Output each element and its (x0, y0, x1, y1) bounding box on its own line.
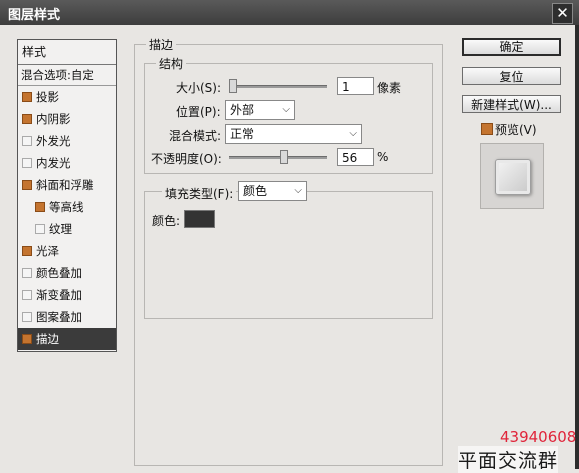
fill-type-select[interactable]: 颜色 ⌵ (238, 181, 307, 201)
opacity-slider-thumb[interactable] (280, 150, 288, 164)
preview-label[interactable]: 预览(V) (495, 121, 537, 138)
style-item[interactable]: 颜色叠加 (18, 262, 116, 284)
style-preview (480, 143, 544, 209)
style-item[interactable]: 内发光 (18, 152, 116, 174)
style-item[interactable]: 外发光 (18, 130, 116, 152)
style-item-label: 内发光 (36, 156, 71, 170)
position-value: 外部 (230, 103, 255, 117)
style-item-label: 描边 (36, 332, 59, 346)
title-bar[interactable]: 图层样式 ✕ (0, 0, 579, 25)
size-slider[interactable] (229, 79, 327, 93)
style-checkbox[interactable] (22, 158, 32, 168)
style-checkbox[interactable] (22, 268, 32, 278)
position-select[interactable]: 外部 ⌵ (225, 100, 295, 120)
style-item-label: 内阴影 (36, 112, 71, 126)
new-style-button[interactable]: 新建样式(W)... (462, 95, 561, 113)
layer-style-dialog: 图层样式 ✕ 样式 混合选项:自定 投影内阴影外发光内发光斜面和浮雕等高线纹理光… (0, 0, 579, 473)
window-title: 图层样式 (8, 8, 61, 23)
blend-mode-value: 正常 (230, 127, 255, 141)
style-item[interactable]: 斜面和浮雕 (18, 174, 116, 196)
background-strip (575, 25, 579, 469)
styles-panel: 样式 混合选项:自定 投影内阴影外发光内发光斜面和浮雕等高线纹理光泽颜色叠加渐变… (17, 39, 117, 352)
style-item-label: 图案叠加 (36, 310, 82, 324)
watermark-number: 43940608 (500, 428, 577, 446)
opacity-unit: % (377, 150, 389, 164)
style-item[interactable]: 描边 (18, 328, 116, 350)
style-item-label: 渐变叠加 (36, 288, 82, 302)
fill-type-value: 颜色 (243, 184, 268, 198)
style-checkbox[interactable] (22, 246, 32, 256)
size-input[interactable]: 1 (337, 77, 374, 95)
close-icon[interactable]: ✕ (552, 3, 573, 24)
style-item-label: 等高线 (49, 200, 84, 214)
style-item-label: 投影 (36, 90, 59, 104)
chevron-down-icon: ⌵ (349, 128, 357, 139)
blend-options-item[interactable]: 混合选项:自定 (18, 65, 116, 86)
style-item[interactable]: 光泽 (18, 240, 116, 262)
style-list: 投影内阴影外发光内发光斜面和浮雕等高线纹理光泽颜色叠加渐变叠加图案叠加描边 (18, 86, 116, 350)
color-swatch[interactable] (184, 210, 215, 228)
style-item-label: 斜面和浮雕 (36, 178, 94, 192)
style-item-label: 外发光 (36, 134, 71, 148)
chevron-down-icon: ⌵ (294, 185, 302, 196)
style-item[interactable]: 内阴影 (18, 108, 116, 130)
style-checkbox[interactable] (22, 290, 32, 300)
style-item[interactable]: 渐变叠加 (18, 284, 116, 306)
chevron-down-icon: ⌵ (282, 104, 290, 115)
style-checkbox[interactable] (22, 312, 32, 322)
blend-mode-select[interactable]: 正常 ⌵ (225, 124, 362, 144)
opacity-input[interactable]: 56 (337, 148, 374, 166)
blend-mode-label: 混合模式: (169, 129, 222, 143)
style-checkbox[interactable] (35, 202, 45, 212)
structure-title: 结构 (156, 55, 187, 72)
style-checkbox[interactable] (22, 180, 32, 190)
preview-checkbox[interactable] (481, 123, 493, 135)
size-slider-thumb[interactable] (229, 79, 237, 93)
style-checkbox[interactable] (35, 224, 45, 234)
ok-button[interactable]: 确定 (462, 38, 561, 56)
opacity-label: 不透明度(O): (151, 152, 222, 166)
style-checkbox[interactable] (22, 114, 32, 124)
style-item-label: 光泽 (36, 244, 59, 258)
style-item[interactable]: 图案叠加 (18, 306, 116, 328)
style-item[interactable]: 投影 (18, 86, 116, 108)
style-checkbox[interactable] (22, 92, 32, 102)
style-item[interactable]: 纹理 (18, 218, 116, 240)
styles-header[interactable]: 样式 (18, 40, 116, 65)
stroke-section-title: 描边 (146, 36, 177, 53)
style-item-label: 纹理 (49, 222, 72, 236)
position-label: 位置(P): (176, 105, 221, 119)
style-item[interactable]: 等高线 (18, 196, 116, 218)
style-checkbox[interactable] (22, 334, 32, 344)
color-label: 颜色: (152, 214, 181, 228)
reset-button[interactable]: 复位 (462, 67, 561, 85)
opacity-slider[interactable] (229, 150, 327, 164)
size-unit: 像素 (377, 81, 402, 95)
style-item-label: 颜色叠加 (36, 266, 82, 280)
size-label: 大小(S): (176, 81, 222, 95)
style-checkbox[interactable] (22, 136, 32, 146)
preview-thumbnail (495, 159, 531, 195)
fill-type-label: 填充类型(F): (162, 185, 237, 202)
